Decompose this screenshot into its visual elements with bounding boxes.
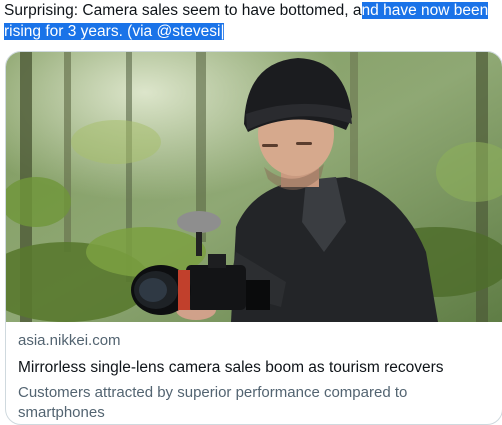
tweet-text: Surprising: Camera sales seem to have bo… [4,0,498,42]
tweet-text-selected-line2: rising for 3 years. (via @stevesi [4,23,221,40]
card-image[interactable] [6,52,502,322]
tweet-text-selected: nd have now been [361,2,489,19]
text-cursor: | [220,23,225,40]
card-meta: asia.nikkei.com Mirrorless single-lens c… [18,331,490,423]
tweet-text-plain: Surprising: Camera sales seem to have bo… [4,2,362,19]
link-preview-card[interactable]: asia.nikkei.com Mirrorless single-lens c… [5,51,502,425]
card-title[interactable]: Mirrorless single-lens camera sales boom… [18,357,490,378]
card-description: Customers attracted by superior performa… [18,384,408,421]
card-domain[interactable]: asia.nikkei.com [18,331,490,351]
